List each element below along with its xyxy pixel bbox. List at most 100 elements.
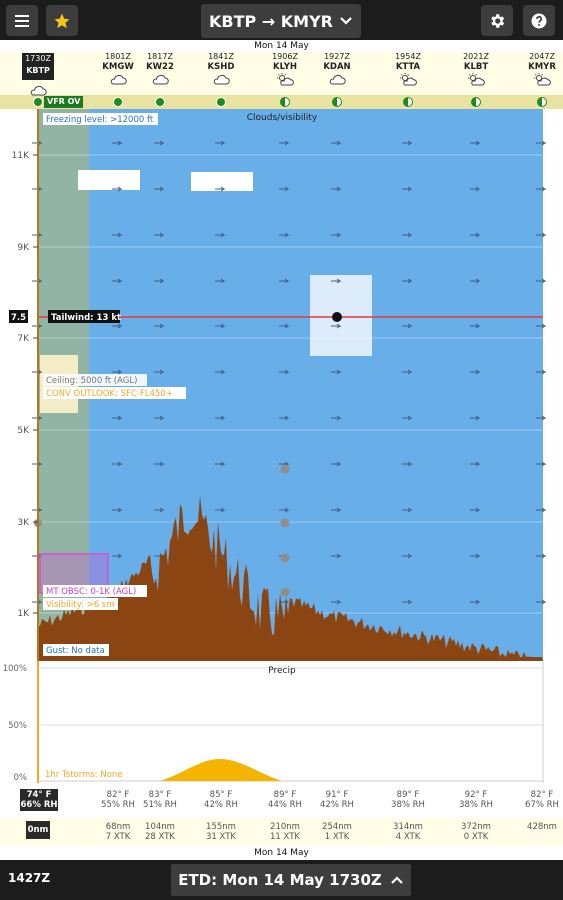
waypoint-weather (29, 81, 47, 100)
waypoint-id: KTTA (395, 62, 421, 72)
waypoint-kshd[interactable]: 1841Z KSHD (191, 52, 251, 85)
flight-condition-badge: VFR OV (44, 96, 84, 108)
cloud-visibility-profile[interactable]: 11K 9K 7K 5K 3K 1K Clouds/visibility Freezing… (0, 109, 563, 661)
visibility-label: Visibility: >6 sm (46, 600, 115, 610)
flight-condition-dot (155, 97, 165, 107)
help-button[interactable] (523, 5, 555, 36)
humidity-value: 42% RH (320, 800, 354, 810)
temperature-value: 91° F (325, 790, 349, 800)
humidity-value: 42% RH (204, 800, 238, 810)
ceiling-label: Ceiling: 5000 ft (AGL) (46, 376, 137, 386)
etd-label: ETD: Mon 14 May 1730Z (178, 871, 382, 889)
distance-value: 428nm (527, 822, 557, 832)
marker (280, 518, 290, 528)
altitude-marker-label[interactable]: 7.5 (11, 313, 26, 323)
temperature-cell: 82° F 67% RH (512, 790, 563, 810)
hamburger-menu-icon (15, 14, 29, 27)
favorite-button[interactable] (46, 5, 78, 36)
distance-cell: 104nm 28 XTK (130, 822, 190, 842)
humidity-value: 38% RH (391, 800, 425, 810)
waypoint-time: 2047Z (529, 52, 555, 61)
waypoint-klbt[interactable]: 2021Z KLBT (446, 52, 506, 86)
temperature-cell: 89° F 44% RH (255, 790, 315, 810)
altitude-tick-label: 9K (17, 243, 30, 253)
waypoint-ktta[interactable]: 1954Z KTTA (378, 52, 438, 86)
distance-row: 0nm 68nm 7 XTK 104nm 28 XTK 155nm 31 XTK 210nm 1… (0, 818, 563, 846)
waypoint-row: 1801Z KMGW 1817Z KW22 1841Z KSHD 1906Z KLYH 1927… (0, 52, 563, 95)
waypoint-id: KBTP (26, 66, 50, 75)
precip-title: Precip (268, 666, 296, 676)
tstorms-label: 1hr Tstorms: None (45, 770, 123, 780)
temperature-value: 74° F (26, 790, 52, 800)
route-label: KBTP → KMYR (208, 11, 333, 31)
waypoint-id: KW22 (146, 62, 174, 72)
flight-condition-row (0, 95, 563, 109)
distance-value: 104nm (145, 822, 175, 832)
precip-tick-50: 50% (8, 721, 27, 731)
altitude-tick-label: 1K (17, 609, 30, 619)
temperature-value: 83° F (148, 790, 172, 800)
profile-title: Clouds/visibility (247, 113, 318, 123)
precip-tick-100: 100% (3, 664, 27, 674)
aircraft-position-marker (332, 312, 342, 322)
route-selector-button[interactable]: KBTP → KMYR (201, 4, 361, 38)
distance-cell: 314nm 4 XTK (378, 822, 438, 842)
partly-cloudy-icon (277, 73, 294, 86)
precip-background (0, 661, 563, 786)
waypoint-time: 1730Z (25, 54, 51, 63)
settings-button[interactable] (481, 5, 513, 36)
temperature-value: 82° F (530, 790, 554, 800)
distance-cell: 0nm (26, 821, 50, 839)
cloud-icon (152, 74, 169, 85)
current-utc-time: 1427Z (8, 871, 51, 885)
waypoint-time: 1817Z (147, 52, 173, 61)
temperature-value: 89° F (273, 790, 297, 800)
top-toolbar: KBTP → KMYR (0, 0, 563, 40)
partly-cloudy-icon (468, 73, 485, 86)
temperature-cell: 92° F 38% RH (446, 790, 506, 810)
flight-condition-dot (216, 97, 226, 107)
precip-chart[interactable]: 100% 50% 0% Precip 1hr Tstorms: None (0, 661, 563, 786)
cloud-icon (329, 74, 346, 85)
etd-selector-button[interactable]: ETD: Mon 14 May 1730Z (171, 864, 411, 896)
flight-condition-dot (280, 97, 290, 107)
waypoint-kmyr[interactable]: 2047Z KMYR (512, 52, 563, 86)
date-label-top: Mon 14 May (0, 40, 563, 52)
humidity-value: 44% RH (268, 800, 302, 810)
marker (280, 587, 290, 597)
waypoint-kw22[interactable]: 1817Z KW22 (130, 52, 190, 85)
crosstrack-value: 0 XTK (463, 832, 489, 842)
waypoint-klyh[interactable]: 1906Z KLYH (255, 52, 315, 86)
date-label-bottom: Mon 14 May (0, 847, 563, 859)
marker (280, 464, 290, 474)
waypoint-kdan[interactable]: 1927Z KDAN (307, 52, 367, 85)
waypoint-selected[interactable]: 1730Z KBTP (22, 53, 54, 80)
chevron-down-icon (340, 17, 352, 25)
distance-value: 155nm (206, 822, 236, 832)
gear-icon (491, 13, 505, 28)
partly-cloudy-icon (534, 73, 551, 86)
distance-value: 314nm (393, 822, 423, 832)
waypoint-id: KLYH (273, 62, 297, 72)
distance-cell: 254nm 1 XTK (307, 822, 367, 842)
help-icon (531, 13, 547, 28)
waypoint-id: KMYR (528, 62, 556, 72)
distance-value: 372nm (461, 822, 491, 832)
waypoint-id: KDAN (323, 62, 351, 72)
temperature-row: 74° F 66% RH 82° F 55% RH 83° F 51% RH 85° F 42… (0, 787, 563, 815)
app-root: KBTP → KMYR Mon 14 May 1801Z KMGW 1817Z KW2… (0, 0, 563, 900)
temperature-cell: 83° F 51% RH (130, 790, 190, 810)
menu-button[interactable] (6, 5, 38, 36)
mt-obsc-label: MT OBSC: 0-1K (AGL) (46, 587, 136, 597)
chevron-up-icon (391, 876, 403, 884)
flight-condition-dot (537, 97, 547, 107)
temperature-cell: 85° F 42% RH (191, 790, 251, 810)
cloud-icon (110, 74, 127, 85)
temperature-cell: 89° F 38% RH (378, 790, 438, 810)
altitude-tick-label: 7K (17, 334, 30, 344)
crosstrack-value: 4 XTK (395, 832, 421, 842)
marker (280, 553, 290, 563)
temperature-value: 89° F (396, 790, 420, 800)
star-icon (54, 13, 70, 28)
crosstrack-value: 28 XTK (145, 832, 175, 842)
